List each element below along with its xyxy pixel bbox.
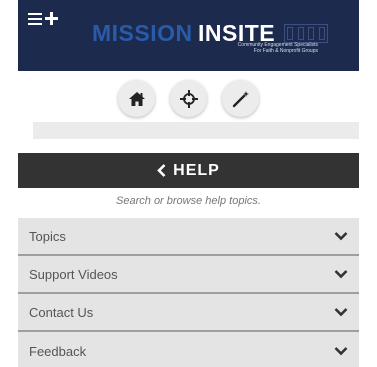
search-bar-placeholder (33, 122, 359, 139)
logo-tagline: Community Engagement Specialists For Fai… (148, 42, 318, 54)
help-header-button[interactable]: HELP (18, 153, 359, 188)
chevron-down-icon (334, 347, 348, 356)
help-title: HELP (173, 161, 220, 179)
accordion-item-label: Feedback (29, 343, 87, 359)
chevron-left-icon (157, 164, 166, 177)
help-accordion: Topics Support Videos Contact Us Feedbac… (18, 218, 359, 367)
locate-button[interactable] (170, 80, 207, 117)
home-button[interactable] (118, 80, 155, 117)
accordion-item-contact-us[interactable]: Contact Us (18, 294, 359, 332)
accordion-item-label: Topics (29, 228, 66, 244)
toolbar (0, 78, 377, 122)
accordion-item-label: Contact Us (29, 304, 94, 320)
tagline-line-2: For Faith & Nonprofit Groups (253, 48, 318, 54)
menu-add-button[interactable] (28, 10, 62, 28)
chevron-down-icon (334, 308, 348, 317)
logo-mark-icon (284, 24, 328, 43)
accordion-item-label: Support Videos (29, 266, 118, 282)
accordion-item-feedback[interactable]: Feedback (18, 332, 359, 367)
magic-wand-icon (232, 90, 249, 107)
chevron-down-icon (334, 232, 348, 241)
chevron-down-icon (334, 270, 348, 279)
missioninsite-logo: MISSION INSITE Community Engagement Spec… (88, 20, 338, 65)
accordion-item-topics[interactable]: Topics (18, 218, 359, 256)
crosshair-icon (179, 89, 198, 108)
magic-wand-button[interactable] (222, 80, 259, 117)
hamburger-icon (28, 13, 42, 25)
app-header: MISSION INSITE Community Engagement Spec… (18, 0, 359, 71)
plus-icon (45, 12, 58, 25)
help-hint-text: Search or browse help topics. (116, 195, 261, 207)
home-icon (128, 91, 145, 106)
accordion-item-support-videos[interactable]: Support Videos (18, 256, 359, 294)
